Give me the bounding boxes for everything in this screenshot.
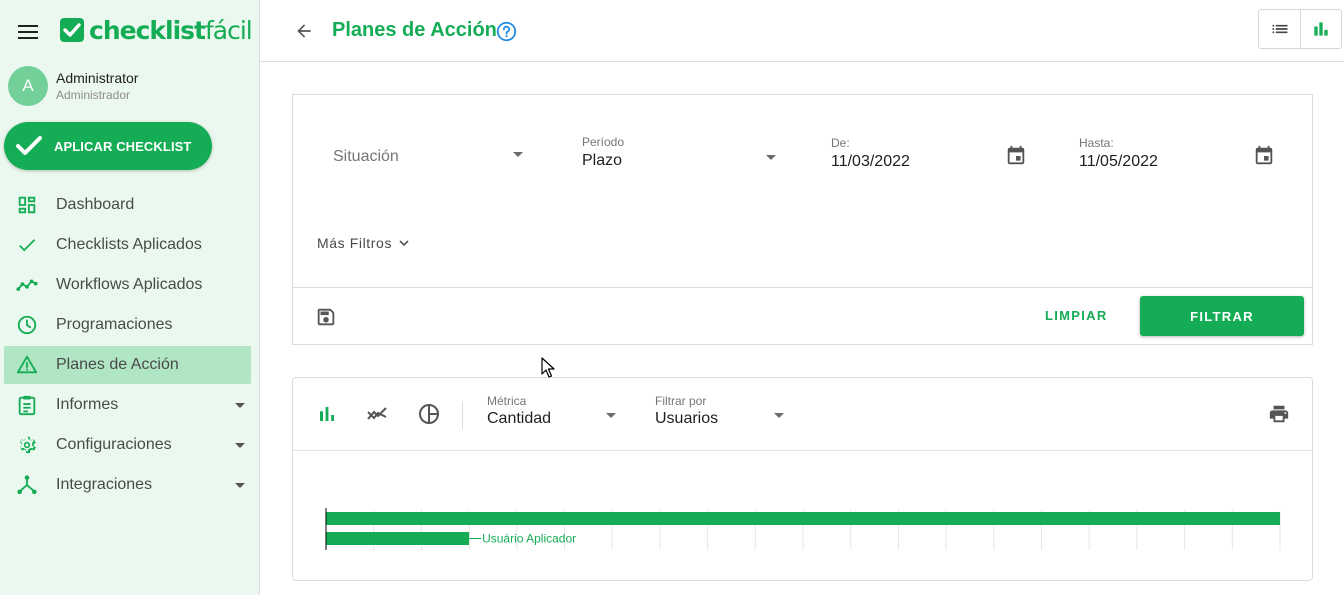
chart-toolbar: Métrica Cantidad Filtrar por Usuarios bbox=[293, 378, 1312, 451]
sidebar-item-integraciones[interactable]: Integraciones bbox=[4, 466, 251, 504]
warning-icon bbox=[16, 355, 38, 374]
chevron-down-icon bbox=[513, 152, 523, 157]
sidebar-item-configuraciones[interactable]: Configuraciones bbox=[4, 426, 251, 464]
gear-icon bbox=[20, 436, 36, 454]
hamburger-menu-icon[interactable] bbox=[18, 25, 38, 39]
bar-chart-icon[interactable] bbox=[315, 402, 339, 426]
back-arrow-icon[interactable] bbox=[294, 21, 314, 41]
chart-bar bbox=[326, 512, 1280, 525]
sidebar-item-dashboard[interactable]: Dashboard bbox=[4, 186, 251, 224]
chevron-down-icon bbox=[235, 443, 245, 448]
chart-view-icon bbox=[1314, 22, 1328, 36]
sidebar-item-label: Integraciones bbox=[56, 476, 153, 493]
filter-by-label: Filtrar por bbox=[655, 394, 707, 408]
chevron-down-icon bbox=[399, 240, 409, 247]
filter-card: Situación Período Plazo De: 11/03/2022 H… bbox=[292, 94, 1313, 345]
clear-button[interactable]: LIMPIAR bbox=[1045, 308, 1108, 323]
date-from-field[interactable]: De: 11/03/2022 bbox=[831, 136, 1001, 171]
metric-label: Métrica bbox=[487, 394, 527, 408]
apply-checklist-button[interactable]: APLICAR CHECKLIST bbox=[4, 122, 212, 170]
line-chart-icon[interactable] bbox=[365, 402, 389, 426]
sidebar-item-workflows[interactable]: Workflows Aplicados bbox=[4, 266, 251, 304]
calendar-icon[interactable] bbox=[1253, 145, 1275, 167]
periodo-label: Período bbox=[582, 135, 625, 149]
sidebar-item-programaciones[interactable]: Programaciones bbox=[4, 306, 251, 344]
sidebar-item-label: Checklists Aplicados bbox=[56, 236, 202, 253]
clock-icon bbox=[17, 315, 37, 335]
periodo-value: Plazo bbox=[582, 152, 623, 169]
date-to-value: 11/05/2022 bbox=[1079, 153, 1158, 170]
sidebar: checklistfácil A Administrator Administr… bbox=[0, 0, 260, 595]
sidebar-item-label: Configuraciones bbox=[56, 436, 172, 453]
list-view-icon bbox=[1272, 24, 1287, 34]
filter-by-select[interactable]: Filtrar por Usuarios bbox=[655, 394, 795, 428]
date-to-label: Hasta: bbox=[1079, 136, 1114, 150]
timeline-icon bbox=[16, 279, 38, 291]
date-from-label: De: bbox=[831, 136, 850, 150]
calendar-icon[interactable] bbox=[1005, 145, 1027, 167]
dashboard-icon bbox=[18, 196, 36, 214]
sidebar-item-informes[interactable]: Informes bbox=[4, 386, 251, 424]
page-title: Planes de Acción bbox=[332, 19, 497, 41]
sidebar-item-label: Dashboard bbox=[56, 196, 135, 213]
filter-button[interactable]: FILTRAR bbox=[1140, 296, 1304, 336]
hub-icon bbox=[17, 475, 37, 495]
filter-card-footer: LIMPIAR FILTRAR bbox=[293, 287, 1312, 344]
sidebar-item-label: Planes de Acción bbox=[56, 356, 179, 373]
more-filters-toggle[interactable]: Más Filtros bbox=[317, 235, 412, 251]
user-name: Administrator bbox=[56, 70, 139, 86]
help-circle-icon[interactable] bbox=[496, 21, 517, 42]
sidebar-item-planes-de-accion[interactable]: Planes de Acción bbox=[4, 346, 251, 384]
sidebar-item-checklists[interactable]: Checklists Aplicados bbox=[4, 226, 251, 264]
metric-select[interactable]: Métrica Cantidad bbox=[487, 394, 627, 428]
chevron-down-icon bbox=[774, 413, 784, 418]
mouse-cursor-icon bbox=[541, 357, 555, 378]
user-profile[interactable]: A Administrator Administrador bbox=[8, 66, 138, 106]
chevron-down-icon bbox=[606, 413, 616, 418]
user-role: Administrador bbox=[56, 88, 131, 102]
clipboard-icon bbox=[18, 395, 36, 416]
logo-check-icon bbox=[60, 18, 84, 42]
chart-bar bbox=[326, 532, 470, 545]
chevron-down-icon bbox=[235, 483, 245, 488]
list-view-button[interactable] bbox=[1259, 10, 1300, 48]
logo-text: checklistfácil bbox=[89, 15, 253, 45]
periodo-select[interactable]: Período Plazo bbox=[582, 135, 772, 170]
bar-annotation: Usuário Aplicador bbox=[482, 532, 576, 546]
view-toggle bbox=[1258, 9, 1342, 49]
logo: checklistfácil bbox=[59, 15, 253, 45]
chart-card: Métrica Cantidad Filtrar por Usuarios Us… bbox=[292, 377, 1313, 581]
chevron-down-icon bbox=[766, 155, 776, 160]
apply-checklist-label: APLICAR CHECKLIST bbox=[54, 138, 192, 154]
app-root: checklistfácil A Administrator Administr… bbox=[0, 0, 1344, 595]
sidebar-item-label: Programaciones bbox=[56, 316, 173, 333]
pie-chart-icon[interactable] bbox=[417, 402, 441, 426]
chevron-down-icon bbox=[235, 403, 245, 408]
sidebar-item-label: Informes bbox=[56, 396, 119, 413]
sidebar-nav: Dashboard Checklists Aplicados Workflows… bbox=[4, 186, 251, 506]
avatar: A bbox=[8, 66, 48, 106]
save-icon[interactable] bbox=[315, 306, 337, 328]
sidebar-item-label: Workflows Aplicados bbox=[56, 276, 203, 293]
more-filters-label: Más Filtros bbox=[317, 235, 393, 251]
check-icon bbox=[19, 239, 36, 252]
date-to-field[interactable]: Hasta: 11/05/2022 bbox=[1079, 136, 1249, 171]
situacion-placeholder: Situación bbox=[333, 148, 399, 165]
page-header: Planes de Acción bbox=[260, 0, 1344, 62]
bar-chart: Usuário Aplicador bbox=[325, 508, 1281, 550]
check-icon bbox=[16, 136, 42, 155]
toolbar-divider bbox=[462, 401, 463, 429]
situacion-select[interactable]: Situación bbox=[333, 145, 523, 166]
date-from-value: 11/03/2022 bbox=[831, 153, 910, 170]
print-icon[interactable] bbox=[1268, 403, 1290, 425]
chart-view-button[interactable] bbox=[1300, 10, 1341, 48]
